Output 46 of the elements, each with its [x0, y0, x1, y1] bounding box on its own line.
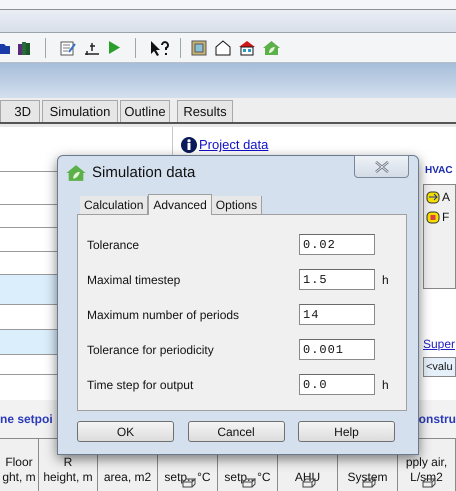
value-field[interactable]: <valu	[423, 357, 456, 377]
dialog-button[interactable]: Cancel	[188, 421, 284, 442]
input-field[interactable]: 1.5	[299, 269, 375, 290]
field-label: Maximum number of periods	[87, 306, 240, 324]
books-icon[interactable]	[18, 40, 31, 54]
field-label: Maximal timestep	[87, 272, 182, 288]
notepad-icon[interactable]	[60, 40, 76, 56]
frame-icon[interactable]	[191, 40, 207, 56]
dialog-button[interactable]: OK	[77, 421, 174, 442]
folder-icon[interactable]	[0, 42, 10, 54]
project-data-link[interactable]: Project data	[199, 135, 268, 154]
tab[interactable]: Outline	[120, 100, 170, 122]
input-field[interactable]: 0.02	[299, 234, 375, 255]
heater-icon	[426, 210, 440, 224]
play-icon[interactable]	[108, 40, 121, 55]
input-field[interactable]: 0.0	[299, 374, 375, 395]
input-field[interactable]: 14	[299, 304, 375, 325]
close-icon	[374, 160, 388, 172]
tab[interactable]: Calculation	[80, 196, 148, 214]
dialog-button[interactable]: Help	[298, 421, 395, 442]
field-label: Tolerance	[87, 236, 140, 254]
unit-label: h	[382, 376, 389, 394]
house-outline-icon[interactable]	[215, 40, 231, 56]
field-label: Time step for output	[87, 376, 194, 394]
field-label: Tolerance for periodicity	[87, 342, 215, 358]
section-label: onstru	[418, 411, 456, 428]
super-link[interactable]: Super	[423, 335, 456, 353]
unit-label: h	[382, 272, 389, 288]
dialog-title: Simulation data	[92, 162, 196, 183]
close-button[interactable]	[354, 155, 409, 178]
column-header: Floor ght, m	[0, 438, 39, 491]
house-icon[interactable]	[239, 40, 255, 56]
tab[interactable]: Simulation	[42, 100, 118, 122]
section-label: ne setpoi	[0, 411, 53, 428]
hvac-item[interactable]: A	[442, 188, 450, 206]
tab[interactable]: Options	[212, 196, 262, 214]
tab[interactable]: Advanced	[148, 194, 212, 215]
help-cursor-icon[interactable]	[150, 40, 170, 56]
fan-unit-icon	[426, 190, 440, 204]
tab[interactable]: Results	[177, 100, 233, 122]
tab[interactable]: 3D	[0, 100, 40, 122]
info-icon	[181, 136, 197, 153]
house-leaf-icon	[66, 164, 86, 182]
hvac-item[interactable]: F	[442, 208, 450, 226]
input-field[interactable]: 0.001	[299, 339, 375, 360]
hvac-label: HVAC	[424, 164, 454, 178]
